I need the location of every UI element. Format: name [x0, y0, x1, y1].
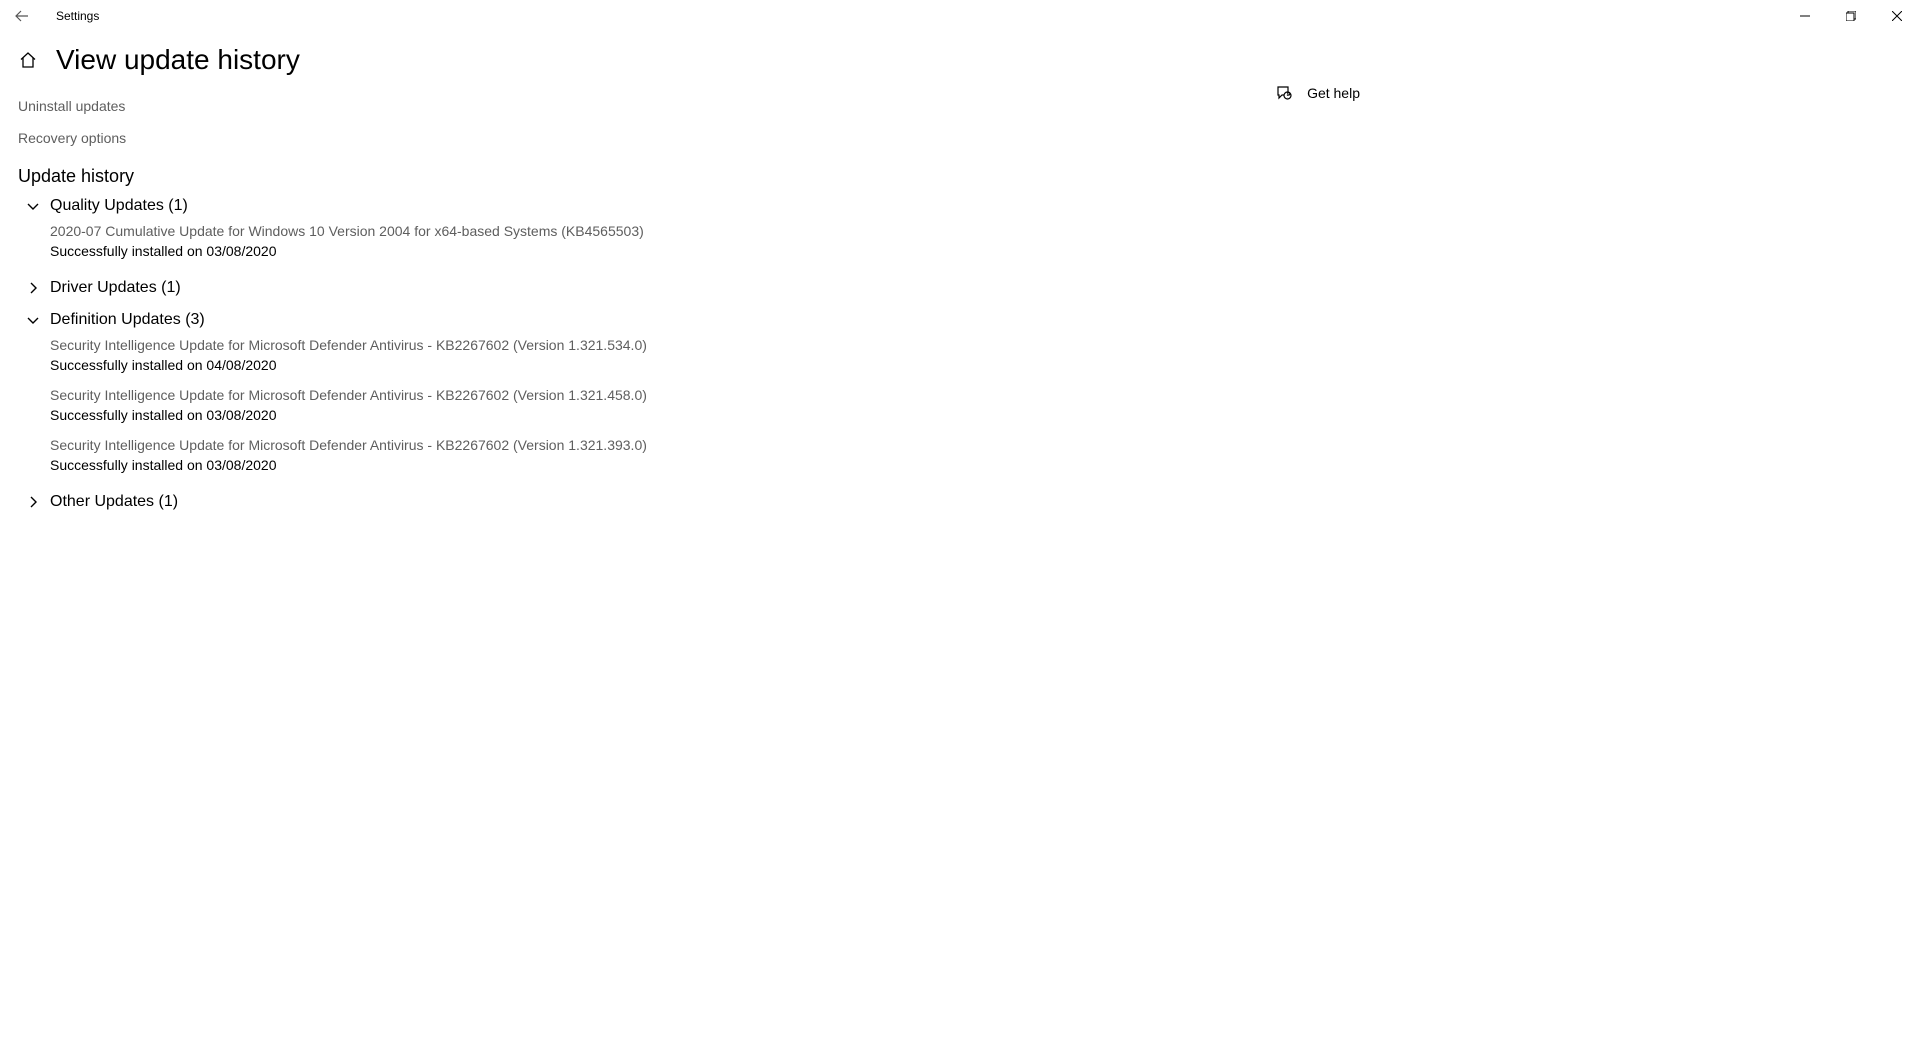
group-label: Quality Updates (1)	[50, 197, 188, 215]
update-history-heading: Update history	[18, 166, 1902, 187]
update-item-title[interactable]: Security Intelligence Update for Microso…	[50, 337, 647, 357]
chevron-right-icon	[24, 493, 42, 511]
update-item: Security Intelligence Update for Microso…	[50, 433, 1902, 483]
group-definition-updates[interactable]: Definition Updates (3)	[24, 307, 1902, 333]
window-controls	[1782, 0, 1920, 32]
titlebar-left: Settings	[8, 2, 99, 30]
chevron-down-icon	[24, 197, 42, 215]
page-header: View update history	[0, 32, 1920, 84]
update-item-status: Successfully installed on 03/08/2020	[50, 243, 276, 259]
page-title: View update history	[56, 44, 300, 76]
update-item: 2020-07 Cumulative Update for Windows 10…	[50, 219, 1902, 269]
update-item-title[interactable]: Security Intelligence Update for Microso…	[50, 437, 647, 457]
get-help-label: Get help	[1307, 85, 1360, 101]
maximize-icon	[1846, 11, 1856, 21]
home-button[interactable]	[18, 50, 38, 70]
chevron-down-icon	[24, 311, 42, 329]
arrow-left-icon	[14, 8, 30, 24]
update-item-status: Successfully installed on 03/08/2020	[50, 407, 276, 423]
uninstall-updates-link[interactable]: Uninstall updates	[18, 90, 1902, 122]
group-label: Definition Updates (3)	[50, 311, 205, 329]
group-label: Driver Updates (1)	[50, 279, 181, 297]
chevron-right-icon	[24, 279, 42, 297]
app-name: Settings	[56, 9, 99, 23]
group-label: Other Updates (1)	[50, 493, 178, 511]
group-quality-updates[interactable]: Quality Updates (1)	[24, 193, 1902, 219]
content: Get help Uninstall updates Recovery opti…	[0, 84, 1920, 515]
update-item-status: Successfully installed on 03/08/2020	[50, 457, 276, 473]
close-icon	[1892, 11, 1902, 21]
group-driver-updates[interactable]: Driver Updates (1)	[24, 275, 1902, 301]
minimize-icon	[1800, 11, 1810, 21]
update-item-title[interactable]: 2020-07 Cumulative Update for Windows 10…	[50, 223, 644, 243]
chat-help-icon	[1275, 84, 1293, 102]
recovery-options-link[interactable]: Recovery options	[18, 122, 1902, 154]
maximize-button[interactable]	[1828, 0, 1874, 32]
update-item: Security Intelligence Update for Microso…	[50, 383, 1902, 433]
group-other-updates[interactable]: Other Updates (1)	[24, 489, 1902, 515]
titlebar: Settings	[0, 0, 1920, 32]
update-item: Security Intelligence Update for Microso…	[50, 333, 1902, 383]
close-button[interactable]	[1874, 0, 1920, 32]
minimize-button[interactable]	[1782, 0, 1828, 32]
home-icon	[19, 51, 37, 69]
update-item-title[interactable]: Security Intelligence Update for Microso…	[50, 387, 647, 407]
back-button[interactable]	[8, 2, 36, 30]
update-item-status: Successfully installed on 04/08/2020	[50, 357, 276, 373]
get-help-link[interactable]: Get help	[1275, 84, 1360, 102]
